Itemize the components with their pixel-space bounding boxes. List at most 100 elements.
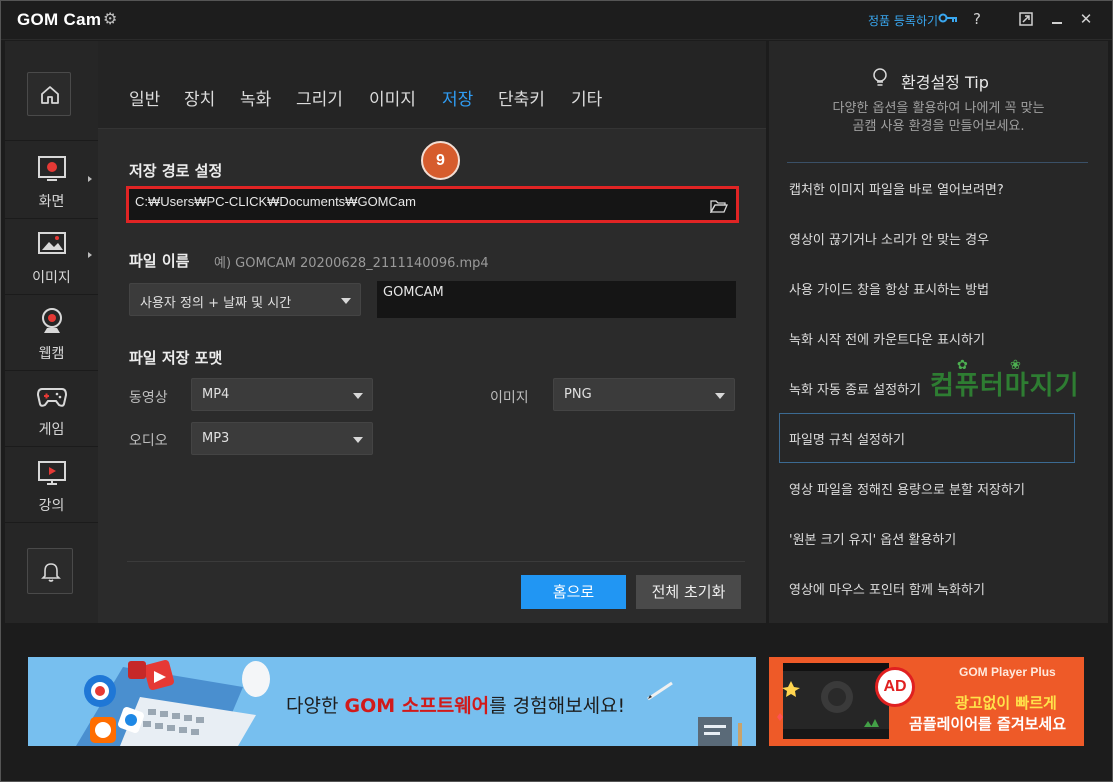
banner-tagline-2: 곰플레이어를 즐겨보세요 xyxy=(909,715,1067,733)
tips-desc-line1: 다양한 옵션을 활용하여 나에게 꼭 맞는 xyxy=(832,101,1045,116)
sidebar-label-screen: 화면 xyxy=(38,194,65,210)
reset-all-button[interactable]: 전체 초기화 xyxy=(636,575,741,609)
app-logo: GOM Cam xyxy=(17,10,102,29)
footer-divider xyxy=(127,561,745,562)
sidebar-label-lecture: 강의 xyxy=(38,498,65,514)
expand-arrow-icon[interactable] xyxy=(88,252,92,258)
banner-tagline-1: 광고없이 빠르게 xyxy=(955,694,1057,712)
tab-draw[interactable]: 그리기 xyxy=(296,85,343,110)
tab-device[interactable]: 장치 xyxy=(184,85,215,110)
lecture-icon xyxy=(38,461,66,485)
settings-gear-icon[interactable]: ⚙ xyxy=(103,9,117,28)
register-license-link[interactable]: 정품 등록하기 xyxy=(868,12,938,29)
sidebar-item-game[interactable]: 게임 xyxy=(5,371,98,445)
banner-text-post: 를 경험해보세요! xyxy=(489,695,626,717)
tip-item[interactable]: 사용 가이드 창을 항상 표시하는 방법 xyxy=(789,279,989,298)
save-path-title: 저장 경로 설정 xyxy=(129,162,223,180)
tip-item[interactable]: 영상에 마우스 포인터 함께 녹화하기 xyxy=(789,579,985,598)
tab-image[interactable]: 이미지 xyxy=(369,85,416,110)
file-name-title: 파일 이름 xyxy=(129,252,190,270)
home-button[interactable] xyxy=(27,72,71,116)
video-format-value: MP4 xyxy=(202,387,230,402)
home-return-button[interactable]: 홈으로 xyxy=(521,575,626,609)
help-button[interactable]: ? xyxy=(966,8,988,30)
bell-icon xyxy=(41,563,61,582)
settings-tabs: 일반 장치 녹화 그리기 이미지 저장 단축키 기타 xyxy=(98,41,766,129)
tip-item[interactable]: 영상이 끊기거나 소리가 안 맞는 경우 xyxy=(789,229,989,248)
tips-title: 환경설정 Tip xyxy=(901,73,989,92)
video-format-select[interactable]: MP4 xyxy=(191,378,373,411)
pen-icon xyxy=(647,681,673,701)
tab-save[interactable]: 저장 xyxy=(442,85,473,110)
key-icon[interactable] xyxy=(938,10,958,26)
save-format-title: 파일 저장 포맷 xyxy=(129,349,223,367)
sidebar-label-game: 게임 xyxy=(38,422,65,438)
image-format-select[interactable]: PNG xyxy=(553,378,735,411)
sidebar-label-image: 이미지 xyxy=(32,270,71,286)
screen-record-icon xyxy=(38,156,66,181)
home-icon xyxy=(41,86,59,104)
tip-item[interactable]: 녹화 시작 전에 카운트다운 표시하기 xyxy=(789,329,985,348)
tips-divider xyxy=(787,162,1088,163)
title-bar: GOM Cam ⚙ 정품 등록하기 ? ✕ xyxy=(0,0,1113,40)
player-screenshot-icon xyxy=(777,663,889,739)
banner-text-pre: 다양한 xyxy=(286,695,345,717)
folder-open-icon[interactable] xyxy=(710,199,728,213)
tip-item[interactable]: 영상 파일을 정해진 용량으로 분할 저장하기 xyxy=(789,479,1025,498)
close-button[interactable]: ✕ xyxy=(1075,8,1097,30)
image-icon xyxy=(38,232,66,254)
flower-icon: ❀ xyxy=(1010,358,1021,373)
selected-tip-outline xyxy=(779,413,1075,463)
audio-format-select[interactable]: MP3 xyxy=(191,422,373,455)
image-format-label: 이미지 xyxy=(490,390,529,406)
file-name-input-value: GOMCAM xyxy=(383,285,444,300)
tips-desc-line2: 곰캠 사용 환경을 만들어보세요. xyxy=(852,119,1025,134)
banner-headline: 다양한 GOM 소프트웨어를 경험해보세요! xyxy=(286,691,625,718)
video-format-label: 동영상 xyxy=(129,390,168,406)
gamepad-icon xyxy=(37,388,67,407)
audio-format-value: MP3 xyxy=(202,431,230,446)
sidebar-item-image[interactable]: 이미지 xyxy=(5,219,98,293)
step-number-badge: 9 xyxy=(421,141,460,180)
sidebar-item-lecture[interactable]: 강의 xyxy=(5,447,98,521)
notebook-icon xyxy=(698,717,742,746)
webcam-icon xyxy=(42,308,62,333)
restore-window-icon[interactable] xyxy=(1015,8,1037,30)
gom-player-plus-logo: GOM Player Plus xyxy=(959,665,1056,679)
banner-brand-text: GOM 소프트웨어 xyxy=(344,695,490,717)
dropdown-caret-icon xyxy=(353,437,363,443)
sidebar-label-webcam: 웹캠 xyxy=(38,346,65,362)
flower-icon: ✿ xyxy=(957,358,968,373)
tip-item[interactable]: 녹화 자동 종료 설정하기 xyxy=(789,379,921,398)
sidebar-item-screen[interactable]: 화면 xyxy=(5,143,98,217)
dropdown-caret-icon xyxy=(353,393,363,399)
watermark-text: 컴퓨터마지기 xyxy=(930,371,1080,401)
no-ad-badge: AD xyxy=(875,667,915,707)
expand-arrow-icon[interactable] xyxy=(88,176,92,182)
tab-shortcut[interactable]: 단축키 xyxy=(498,85,545,110)
lightbulb-icon xyxy=(873,68,887,86)
save-path-value: C:₩Users₩PC-CLICK₩Documents₩GOMCam xyxy=(135,194,416,209)
tab-record[interactable]: 녹화 xyxy=(240,85,271,110)
dropdown-caret-icon xyxy=(715,393,725,399)
file-name-rule-value: 사용자 정의 + 날짜 및 시간 xyxy=(140,296,292,311)
file-name-rule-select[interactable]: 사용자 정의 + 날짜 및 시간 xyxy=(129,283,361,316)
tip-item[interactable]: '원본 크기 유지' 옵션 활용하기 xyxy=(789,529,956,548)
settings-main-panel: 일반 장치 녹화 그리기 이미지 저장 단축키 기타 xyxy=(98,41,766,623)
notification-button[interactable] xyxy=(27,548,73,594)
dropdown-caret-icon xyxy=(341,298,351,304)
gom-player-plus-banner[interactable]: AD GOM Player Plus 광고없이 빠르게 곰플레이어를 즐겨보세요 xyxy=(769,657,1084,746)
gom-software-banner[interactable]: 다양한 GOM 소프트웨어를 경험해보세요! xyxy=(28,657,756,746)
image-format-value: PNG xyxy=(564,387,592,402)
tip-item[interactable]: 캡처한 이미지 파일을 바로 열어보려면? xyxy=(789,179,1004,198)
file-name-input[interactable]: GOMCAM xyxy=(377,281,736,318)
save-path-field[interactable]: C:₩Users₩PC-CLICK₩Documents₩GOMCam xyxy=(126,186,739,223)
minimize-button[interactable] xyxy=(1046,8,1068,30)
tab-etc[interactable]: 기타 xyxy=(571,85,602,110)
software-collage-icon xyxy=(76,659,270,746)
tab-general[interactable]: 일반 xyxy=(129,85,160,110)
file-name-example: 예) GOMCAM 20200628_2111140096.mp4 xyxy=(214,256,489,271)
tips-panel: 환경설정 Tip 다양한 옵션을 활용하여 나에게 꼭 맞는 곰캠 사용 환경을… xyxy=(769,41,1108,623)
audio-format-label: 오디오 xyxy=(129,433,168,449)
sidebar-item-webcam[interactable]: 웹캠 xyxy=(5,295,98,369)
